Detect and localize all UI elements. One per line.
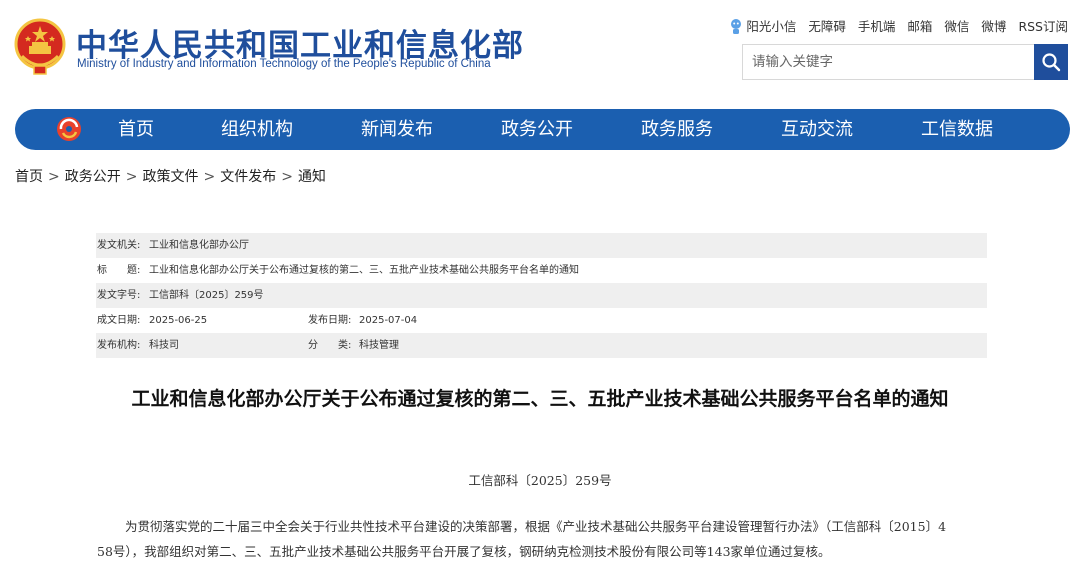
mailbox-link[interactable]: 邮箱 — [907, 16, 932, 35]
search-button[interactable] — [1034, 44, 1068, 80]
nav-item-government-affairs[interactable]: 政务公开 — [501, 109, 573, 150]
nav-item-home[interactable]: 首页 — [118, 109, 154, 150]
nav-item-government-services[interactable]: 政务服务 — [641, 109, 713, 150]
nav-item-interaction[interactable]: 互动交流 — [781, 109, 853, 150]
nav-item-organization[interactable]: 组织机构 — [221, 109, 293, 150]
search-input[interactable] — [743, 45, 1035, 79]
search-icon — [1042, 53, 1061, 72]
national-emblem-icon — [14, 18, 66, 75]
accessibility-link[interactable]: 无障碍 — [808, 16, 846, 35]
meta-label: 发文字号: — [97, 290, 141, 301]
meta-row-title: 标 题: 工业和信息化部办公厅关于公布通过复核的第二、三、五批产业技术基础公共服… — [96, 258, 987, 283]
meta-label: 发布机构: — [97, 340, 141, 351]
meta-created-date: 2025-06-25 — [149, 315, 208, 326]
sunshine-xiaoxin-label: 阳光小信 — [746, 19, 797, 34]
meta-label: 发布日期: — [308, 315, 352, 326]
breadcrumb: 首页 > 政务公开 > 政策文件 > 文件发布 > 通知 — [15, 166, 326, 186]
rss-link[interactable]: RSS订阅 — [1018, 16, 1068, 35]
article-doc-number: 工信部科〔2025〕259号 — [468, 473, 612, 488]
meta-label: 分 类: — [308, 340, 352, 351]
meta-label: 成文日期: — [97, 315, 141, 326]
search-box — [742, 44, 1068, 80]
site-header: 中华人民共和国工业和信息化部 Ministry of Industry and … — [0, 0, 1080, 100]
breadcrumb-separator: > — [125, 169, 138, 185]
breadcrumb-separator: > — [203, 169, 216, 185]
meta-category: 科技管理 — [359, 340, 399, 351]
breadcrumb-notice[interactable]: 通知 — [298, 169, 326, 185]
breadcrumb-government-affairs[interactable]: 政务公开 — [65, 169, 121, 185]
miit-logo-icon — [57, 117, 81, 141]
meta-row-dates: 成文日期: 2025-06-25 发布日期: 2025-07-04 — [96, 308, 987, 333]
meta-org: 科技司 — [149, 340, 179, 351]
meta-label: 发文机关: — [97, 240, 141, 251]
breadcrumb-separator: > — [281, 169, 293, 185]
meta-published-date: 2025-07-04 — [359, 315, 418, 326]
meta-title: 工业和信息化部办公厅关于公布通过复核的第二、三、五批产业技术基础公共服务平台名单… — [149, 265, 579, 276]
breadcrumb-policy-documents[interactable]: 政策文件 — [142, 169, 198, 185]
meta-issuer: 工业和信息化部办公厅 — [149, 240, 249, 251]
meta-label: 标 题: — [97, 265, 141, 276]
meta-row-issuer: 发文机关: 工业和信息化部办公厅 — [96, 233, 987, 258]
document-meta-table: 发文机关: 工业和信息化部办公厅 标 题: 工业和信息化部办公厅关于公布通过复核… — [96, 233, 987, 358]
article-paragraph-line: 58号），我部组织对第二、三、五批产业技术基础公共服务平台开展了复核，钢研纳克检… — [97, 544, 831, 559]
sunshine-xiaoxin-link[interactable]: 阳光小信 — [729, 16, 796, 35]
main-nav: 首页 组织机构 新闻发布 政务公开 政务服务 互动交流 工信数据 — [15, 109, 1070, 150]
meta-docno: 工信部科〔2025〕259号 — [149, 290, 264, 301]
wechat-link[interactable]: 微信 — [944, 16, 969, 35]
article-title: 工业和信息化部办公厅关于公布通过复核的第二、三、五批产业技术基础公共服务平台名单… — [131, 388, 949, 410]
mobile-link[interactable]: 手机端 — [858, 16, 896, 35]
article-paragraph-line: 为贯彻落实党的二十届三中全会关于行业共性技术平台建设的决策部署，根据《产业技术基… — [125, 519, 947, 534]
weibo-link[interactable]: 微博 — [981, 16, 1006, 35]
breadcrumb-home[interactable]: 首页 — [15, 169, 43, 185]
article-paragraph: 为贯彻落实党的二十届三中全会关于行业共性技术平台建设的决策部署，根据《产业技术基… — [97, 514, 977, 564]
top-links: 阳光小信 无障碍 手机端 邮箱 微信 微博 RSS订阅 — [729, 16, 1068, 35]
meta-row-org: 发布机构: 科技司 分 类: 科技管理 — [96, 333, 987, 358]
breadcrumb-file-release[interactable]: 文件发布 — [220, 169, 276, 185]
nav-item-data[interactable]: 工信数据 — [921, 109, 993, 150]
meta-row-docno: 发文字号: 工信部科〔2025〕259号 — [96, 283, 987, 308]
robot-assistant-icon — [731, 19, 742, 34]
breadcrumb-separator: > — [48, 169, 60, 185]
nav-item-news[interactable]: 新闻发布 — [361, 109, 433, 150]
site-subtitle: Ministry of Industry and Information Tec… — [77, 58, 491, 70]
